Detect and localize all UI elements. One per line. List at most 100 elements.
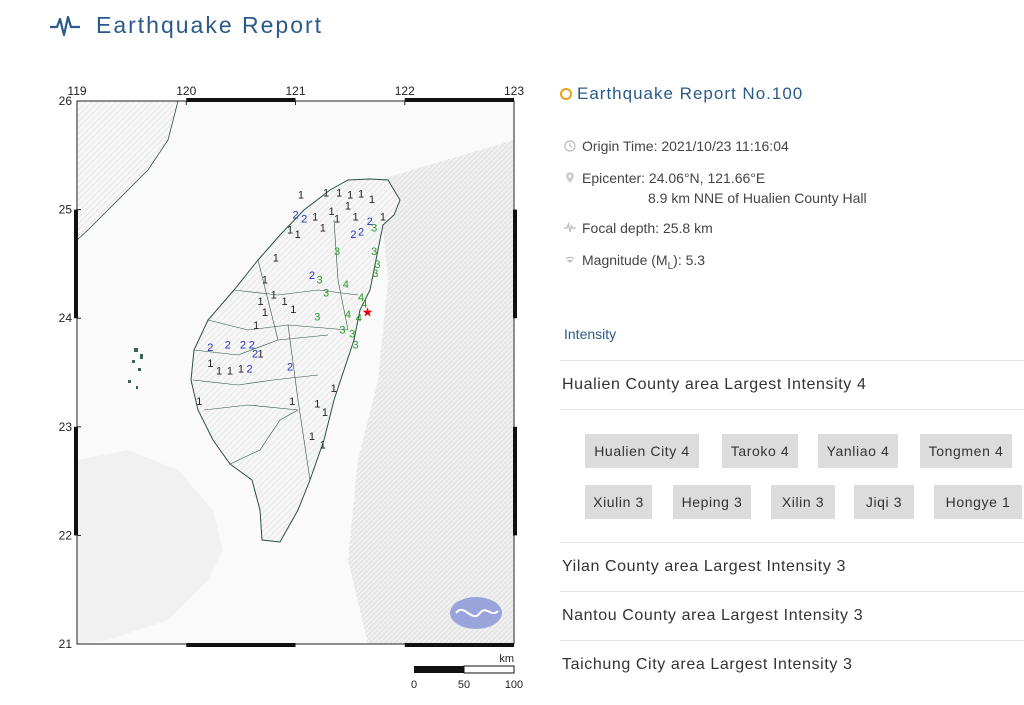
station-intensity-label: 1: [290, 304, 296, 316]
station-intensity-label: 1: [262, 274, 268, 286]
frame-segment-top: [404, 98, 514, 102]
station-intensity-label: 1: [262, 307, 268, 319]
lon-label: 121: [285, 84, 305, 98]
station-intensity-label: 1: [271, 290, 277, 302]
station-intensity-label: 1: [336, 188, 342, 200]
lat-label: 22: [59, 528, 73, 542]
scale-label-0: 0: [411, 679, 417, 690]
station-intensity-label: 1: [295, 229, 301, 241]
station-intensity-label: 2: [207, 342, 213, 354]
page-title: Earthquake Report: [96, 12, 324, 38]
page-header: Earthquake Report: [50, 12, 323, 39]
station-intensity-label: 1: [380, 211, 386, 223]
station-intensity-label: 4: [345, 309, 351, 321]
signal-icon: [565, 256, 575, 263]
station-intensity-label: 3: [372, 268, 378, 280]
epicenter-star[interactable]: ★: [362, 305, 374, 320]
station-tag[interactable]: Yanliao 4: [818, 433, 898, 468]
scale-bar: km 0 50 100: [411, 653, 523, 691]
magnitude-suffix: ): 5.3: [673, 252, 706, 268]
frame-segment-top: [186, 98, 296, 102]
station-intensity-label: 1: [314, 398, 320, 410]
station-intensity-label: 4: [343, 279, 349, 291]
report-panel: Earthquake Report No.100 Origin Time: 20…: [560, 80, 1024, 689]
bullet-circle-icon: [560, 88, 572, 100]
station-intensity-label: 3: [316, 274, 322, 286]
frame-segment-right: [513, 426, 517, 536]
station-intensity-label: 3: [323, 287, 329, 299]
station-intensity-label: 1: [309, 431, 315, 443]
station-intensity-label: 1: [227, 366, 233, 378]
report-title: Earthquake Report No.100: [560, 84, 1024, 104]
county-list: Hualien County area Largest Intensity 4 …: [560, 359, 1024, 689]
hualien-station-tags: Hualien City 4 Taroko 4 Yanliao 4 Tongme…: [560, 408, 1024, 542]
station-intensity-label: 1: [323, 188, 329, 200]
station-intensity-label: 1: [312, 211, 318, 223]
report-title-text: Earthquake Report No.100: [577, 84, 804, 103]
lat-label: 25: [59, 203, 73, 217]
station-intensity-label: 1: [322, 407, 328, 419]
station-intensity-label: 1: [358, 189, 364, 201]
station-intensity-label: 2: [309, 270, 315, 282]
magnitude-prefix: Magnitude (M: [582, 252, 668, 268]
station-tag[interactable]: Heping 3: [673, 484, 751, 519]
pulse-icon: [50, 15, 80, 36]
station-intensity-label: 1: [369, 194, 375, 206]
epicenter-row: Epicenter: 24.06°N, 121.66°E: [564, 170, 1024, 186]
seismic-wave-icon: [564, 222, 576, 233]
frame-segment-left: [74, 209, 78, 319]
station-intensity-label: 1: [320, 222, 326, 234]
station-tag[interactable]: Xiulin 3: [585, 484, 652, 519]
station-tag[interactable]: Hualien City 4: [585, 433, 699, 468]
epicenter: Epicenter: 24.06°N, 121.66°E: [582, 170, 766, 186]
county-nantou[interactable]: Nantou County area Largest Intensity 3: [560, 590, 1024, 640]
station-intensity-label: 1: [320, 440, 326, 452]
lat-label: 24: [59, 311, 73, 325]
county-hualien[interactable]: Hualien County area Largest Intensity 4: [560, 359, 1024, 409]
station-intensity-label: 1: [257, 348, 263, 360]
county-yilan[interactable]: Yilan County area Largest Intensity 3: [560, 541, 1024, 591]
station-tag[interactable]: Hongye 1: [934, 484, 1022, 519]
scale-label-100: 100: [505, 679, 523, 690]
lat-label: 21: [59, 637, 73, 651]
focal-depth: Focal depth: 25.8 km: [582, 220, 713, 236]
intensity-heading: Intensity: [564, 325, 617, 342]
magnitude: Magnitude (ML): 5.3: [582, 252, 705, 272]
station-intensity-label: 2: [225, 340, 231, 352]
station-tag[interactable]: Xilin 3: [771, 484, 835, 519]
station-intensity-label: 2: [240, 340, 246, 352]
station-intensity-label: 1: [282, 296, 288, 308]
station-intensity-label: 1: [216, 366, 222, 378]
station-intensity-label: 2: [358, 227, 364, 239]
location-pin-icon: [566, 172, 574, 183]
station-intensity-label: 1: [238, 364, 244, 376]
lat-label: 26: [59, 94, 73, 108]
intensity-map[interactable]: 1111111122111122231111333323344444333311…: [48, 80, 528, 691]
frame-segment-left: [74, 426, 78, 536]
station-tag[interactable]: Tongmen 4: [920, 433, 1012, 468]
station-intensity-label: 3: [371, 222, 377, 234]
station-intensity-label: 1: [196, 396, 202, 408]
map-svg: 1 1 1 1 1 1112 2 111 1 22 2 311 113 3332 334444 433 3311…: [59, 84, 525, 691]
scale-unit: km: [499, 653, 514, 665]
county-taichung[interactable]: Taichung City area Largest Intensity 3: [560, 639, 1024, 689]
origin-time-row: Origin Time: 2021/10/23 11:16:04: [564, 138, 1024, 154]
station-intensity-label: 3: [339, 324, 345, 336]
station-intensity-label: 2: [301, 214, 307, 226]
lon-label: 122: [395, 84, 415, 98]
origin-time: Origin Time: 2021/10/23 11:16:04: [582, 138, 789, 154]
station-intensity-label: 1: [289, 396, 295, 408]
station-intensity-label: 1: [207, 358, 213, 370]
frame-segment-bottom: [186, 643, 296, 647]
station-tag[interactable]: Jiqi 3: [854, 484, 914, 519]
frame-segment-bottom: [404, 643, 514, 647]
epicenter-description: 8.9 km NNE of Hualien County Hall: [648, 190, 867, 206]
station-intensity-label: 3: [353, 340, 359, 352]
station-intensity-label: 1: [353, 211, 359, 223]
station-intensity-label: 3: [314, 311, 320, 323]
station-intensity-label: 2: [292, 209, 298, 221]
station-intensity-label: 1: [331, 383, 337, 395]
station-tag[interactable]: Taroko 4: [722, 433, 798, 468]
focal-depth-row: Focal depth: 25.8 km: [564, 220, 1024, 236]
lat-label: 23: [59, 420, 73, 434]
